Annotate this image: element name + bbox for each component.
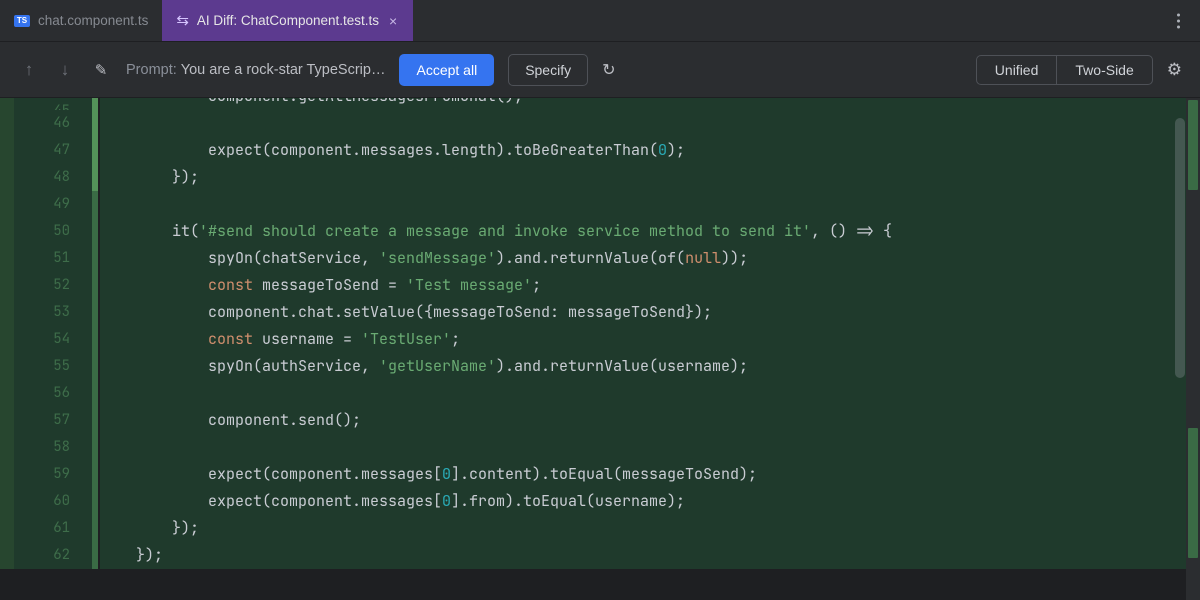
code-line[interactable]: expect(component.messages[0].content).to… xyxy=(100,461,1200,488)
code-line[interactable] xyxy=(100,191,1200,218)
code-line[interactable]: }); xyxy=(100,515,1200,542)
prompt-label: Prompt: xyxy=(126,62,177,78)
prompt-display: Prompt: You are a rock-star TypeScrip… xyxy=(126,62,385,78)
editor-gutter-diff xyxy=(92,98,100,600)
code-line[interactable] xyxy=(100,380,1200,407)
line-number: 62 xyxy=(14,542,92,569)
line-number: 55 xyxy=(14,353,92,380)
prev-change-icon[interactable]: ↑ xyxy=(18,58,40,82)
tab-overflow-menu-icon[interactable] xyxy=(1171,7,1186,34)
tab-bar: TS chat.component.ts ⇆ AI Diff: ChatComp… xyxy=(0,0,1200,42)
line-number: 56 xyxy=(14,380,92,407)
code-editor[interactable]: 454647484950515253545556575859606162 com… xyxy=(0,98,1200,600)
code-line[interactable]: it('#send should create a message and in… xyxy=(100,218,1200,245)
line-number: 58 xyxy=(14,434,92,461)
diff-view-mode-toggle: Unified Two-Side xyxy=(976,55,1153,85)
code-line[interactable]: component.getAllMessagesFromChat(); xyxy=(100,98,1200,110)
line-number: 45 xyxy=(14,98,92,110)
code-line[interactable]: }); xyxy=(100,164,1200,191)
line-number: 47 xyxy=(14,137,92,164)
tab-ai-diff[interactable]: ⇆ AI Diff: ChatComponent.test.ts × xyxy=(162,0,413,41)
ai-diff-icon: ⇆ xyxy=(176,13,189,28)
line-number: 61 xyxy=(14,515,92,542)
prompt-text: You are a rock-star TypeScrip… xyxy=(181,62,386,78)
change-marker[interactable] xyxy=(1188,100,1198,190)
tab-label: AI Diff: ChatComponent.test.ts xyxy=(197,13,379,28)
editor-code-area[interactable]: component.getAllMessagesFromChat(); expe… xyxy=(100,98,1200,600)
code-line[interactable]: spyOn(authService, 'getUserName').and.re… xyxy=(100,353,1200,380)
view-twoside-option[interactable]: Two-Side xyxy=(1056,56,1151,84)
code-line[interactable]: const messageToSend = 'Test message'; xyxy=(100,272,1200,299)
line-number: 49 xyxy=(14,191,92,218)
line-number: 48 xyxy=(14,164,92,191)
code-line[interactable]: component.chat.setValue({messageToSend: … xyxy=(100,299,1200,326)
line-number: 59 xyxy=(14,461,92,488)
editor-gutter-main xyxy=(0,98,14,600)
scrollbar-vertical[interactable] xyxy=(1174,98,1186,600)
code-line[interactable]: const username = 'TestUser'; xyxy=(100,326,1200,353)
settings-gear-icon[interactable]: ⚙ xyxy=(1167,60,1182,80)
line-number: 52 xyxy=(14,272,92,299)
edit-prompt-icon[interactable]: ✎ xyxy=(90,58,112,82)
code-line[interactable]: spyOn(chatService, 'sendMessage').and.re… xyxy=(100,245,1200,272)
code-line[interactable]: }); xyxy=(100,542,1200,569)
line-number: 51 xyxy=(14,245,92,272)
line-number: 46 xyxy=(14,110,92,137)
line-number: 53 xyxy=(14,299,92,326)
line-number: 54 xyxy=(14,326,92,353)
scrollbar-thumb[interactable] xyxy=(1175,118,1185,378)
refresh-icon[interactable]: ↻ xyxy=(602,60,615,80)
tab-label: chat.component.ts xyxy=(38,13,148,28)
close-icon[interactable]: × xyxy=(387,13,399,29)
view-unified-option[interactable]: Unified xyxy=(977,56,1057,84)
line-number: 60 xyxy=(14,488,92,515)
code-line[interactable]: expect(component.messages.length).toBeGr… xyxy=(100,137,1200,164)
change-marker[interactable] xyxy=(1188,428,1198,558)
code-line[interactable] xyxy=(100,434,1200,461)
accept-all-button[interactable]: Accept all xyxy=(399,54,494,86)
diff-toolbar: ↑ ↓ ✎ Prompt: You are a rock-star TypeSc… xyxy=(0,42,1200,98)
editor-minimap-rail[interactable] xyxy=(1186,98,1200,600)
editor-gutter-numbers: 454647484950515253545556575859606162 xyxy=(14,98,92,600)
line-number: 57 xyxy=(14,407,92,434)
next-change-icon[interactable]: ↓ xyxy=(54,58,76,82)
specify-button[interactable]: Specify xyxy=(508,54,588,86)
code-line[interactable] xyxy=(100,110,1200,137)
typescript-file-icon: TS xyxy=(14,15,30,27)
line-number: 50 xyxy=(14,218,92,245)
tab-chat-component[interactable]: TS chat.component.ts xyxy=(0,0,162,41)
code-line[interactable]: component.send(); xyxy=(100,407,1200,434)
code-line[interactable]: expect(component.messages[0].from).toEqu… xyxy=(100,488,1200,515)
